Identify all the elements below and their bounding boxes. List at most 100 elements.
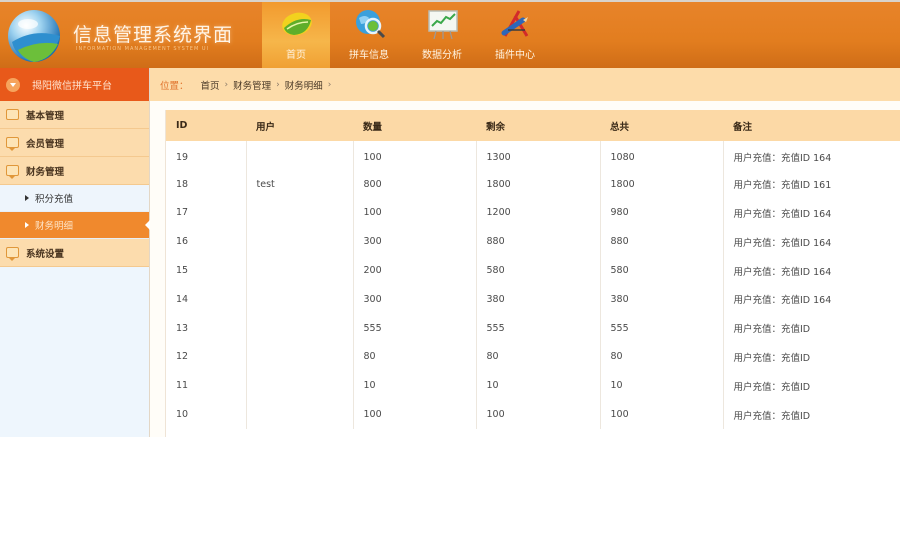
nav-carpool-info[interactable]: 拼车信息 — [335, 2, 403, 68]
breadcrumb-home[interactable]: 首页 — [201, 78, 220, 92]
sidebar-subitem-points-recharge[interactable]: 积分充值 — [0, 185, 149, 212]
cell-id: 19 — [176, 151, 189, 163]
table-row[interactable]: 18 test 800 1800 1800 用户充值：充值ID 161 — [166, 169, 900, 199]
cell-id: 16 — [176, 236, 189, 248]
app-window: 信息管理系统界面 INFORMATION MANAGEMENT SYSTEM U… — [0, 0, 900, 437]
cell-amount: 555 — [352, 313, 476, 343]
top-header: 信息管理系统界面 INFORMATION MANAGEMENT SYSTEM U… — [0, 0, 900, 68]
nav-data-analysis[interactable]: 数据分析 — [408, 2, 476, 68]
cell-remaining: 10 — [475, 371, 600, 401]
top-nav: 首页 拼车信息 数据分析 插件中心 — [262, 2, 554, 70]
cell-note: 用户充值：充值ID 161 — [722, 169, 900, 199]
cell-id: 10 — [176, 409, 189, 421]
sidebar-item-finance[interactable]: 财务管理 — [0, 157, 149, 185]
table-row[interactable]: 10 100 100 100 用户充值：充值ID — [166, 400, 900, 429]
cell-user — [245, 256, 353, 285]
cell-user — [245, 141, 353, 170]
cell-total: 980 — [599, 198, 723, 228]
document-icon — [6, 109, 19, 120]
table-row[interactable]: 17 100 1200 980 用户充值：充值ID 164 — [166, 198, 900, 228]
column-header-user: 用户 — [256, 121, 276, 133]
cell-total: 1800 — [599, 169, 723, 199]
cell-note: 用户充值：充值ID 164 — [722, 198, 900, 228]
cell-id: 12 — [176, 351, 189, 363]
breadcrumb-finance-details[interactable]: 财务明细 — [285, 78, 323, 92]
chat-bubble-icon — [6, 137, 19, 151]
finance-table: ID 用户 数量 剩余 总共 备注 19 100 1300 1080 用户充值：充值ID 164 1… — [166, 110, 900, 429]
platform-header[interactable]: 揭阳微信拼车平台 — [0, 68, 149, 101]
globe-logo-icon — [8, 10, 60, 62]
cell-user — [245, 400, 353, 429]
table-row[interactable]: 13 555 555 555 用户充值：充值ID — [166, 313, 900, 343]
cell-amount: 100 — [352, 198, 476, 228]
cell-note: 用户充值：充值ID 164 — [722, 284, 900, 314]
nav-carpool-label: 拼车信息 — [349, 50, 389, 61]
column-header-amount: 数量 — [363, 121, 383, 133]
sidebar-subitem-label: 积分充值 — [35, 194, 74, 205]
table-row[interactable]: 11 10 10 10 用户充值：充值ID — [166, 371, 900, 401]
breadcrumb-separator: › — [224, 79, 229, 90]
nav-home[interactable]: 首页 — [262, 2, 330, 68]
cell-amount: 800 — [352, 169, 476, 199]
cell-note: 用户充值：充值ID 164 — [722, 256, 900, 285]
breadcrumb-label: 位置： — [160, 80, 189, 92]
cell-user — [245, 284, 353, 314]
cell-user — [245, 342, 353, 372]
cell-user — [245, 313, 353, 343]
breadcrumb-separator: › — [327, 79, 332, 90]
cell-amount: 200 — [352, 256, 476, 285]
breadcrumb-separator: › — [276, 79, 280, 90]
column-header-note: 备注 — [733, 121, 753, 133]
sidebar-item-system-settings[interactable]: 系统设置 — [0, 239, 149, 267]
column-header-remaining: 剩余 — [486, 121, 506, 133]
sidebar-subitem-finance-details[interactable]: 财务明细 — [0, 212, 150, 239]
sidebar-item-label: 会员管理 — [26, 138, 65, 150]
table-row[interactable]: 15 200 580 580 用户充值：充值ID 164 — [166, 256, 900, 285]
cell-id: 11 — [176, 380, 189, 392]
breadcrumb: 位置： 首页 › 财务管理 › 财务明细 › — [150, 68, 900, 101]
cell-total: 380 — [599, 284, 723, 314]
caret-right-icon — [25, 222, 29, 228]
cell-total: 100 — [599, 400, 723, 429]
breadcrumb-finance[interactable]: 财务管理 — [233, 78, 271, 92]
cell-total: 555 — [599, 313, 723, 343]
cell-remaining: 555 — [475, 313, 600, 343]
cell-user — [245, 198, 353, 228]
cell-remaining: 1300 — [475, 141, 600, 170]
sidebar-subitem-label: 财务明细 — [35, 221, 74, 232]
cell-note: 用户充值：充值ID — [722, 371, 900, 401]
table-row[interactable]: 12 80 80 80 用户充值：充值ID — [166, 342, 900, 372]
cell-amount: 10 — [352, 371, 476, 401]
cell-amount: 300 — [352, 227, 476, 257]
cell-note: 用户充值：充值ID — [722, 313, 900, 343]
cell-note: 用户充值：充值ID — [722, 400, 900, 429]
sidebar-item-label: 系统设置 — [26, 248, 65, 260]
cell-id: 14 — [176, 293, 189, 305]
cell-note: 用户充值：充值ID 164 — [722, 141, 900, 170]
cell-remaining: 880 — [475, 227, 600, 257]
cell-remaining: 100 — [475, 400, 600, 429]
table-row[interactable]: 19 100 1300 1080 用户充值：充值ID 164 — [166, 141, 900, 170]
sidebar-item-members[interactable]: 会员管理 — [0, 129, 149, 157]
cell-remaining: 1800 — [475, 169, 600, 199]
cell-id: 15 — [176, 265, 189, 277]
cell-total: 880 — [599, 227, 723, 257]
nav-home-label: 首页 — [286, 50, 306, 61]
cell-amount: 100 — [352, 400, 476, 429]
sidebar-item-basic[interactable]: 基本管理 — [0, 101, 149, 129]
cell-amount: 80 — [352, 342, 476, 372]
cell-remaining: 1200 — [475, 198, 600, 228]
sidebar-item-label: 基本管理 — [26, 110, 65, 122]
globe-search-icon — [356, 10, 386, 39]
table-row[interactable]: 16 300 880 880 用户充值：充值ID 164 — [166, 227, 900, 257]
cell-total: 1080 — [599, 141, 723, 170]
nav-plugin-center[interactable]: 插件中心 — [481, 2, 549, 68]
column-header-id: ID — [176, 120, 188, 131]
cell-remaining: 580 — [475, 256, 600, 285]
column-header-total: 总共 — [610, 121, 630, 133]
cell-note: 用户充值：充值ID — [722, 342, 900, 372]
cell-total: 580 — [599, 256, 723, 285]
table-row[interactable]: 14 300 380 380 用户充值：充值ID 164 — [166, 284, 900, 314]
collapse-circle-icon — [6, 77, 20, 92]
home-leaf-icon — [282, 12, 312, 36]
